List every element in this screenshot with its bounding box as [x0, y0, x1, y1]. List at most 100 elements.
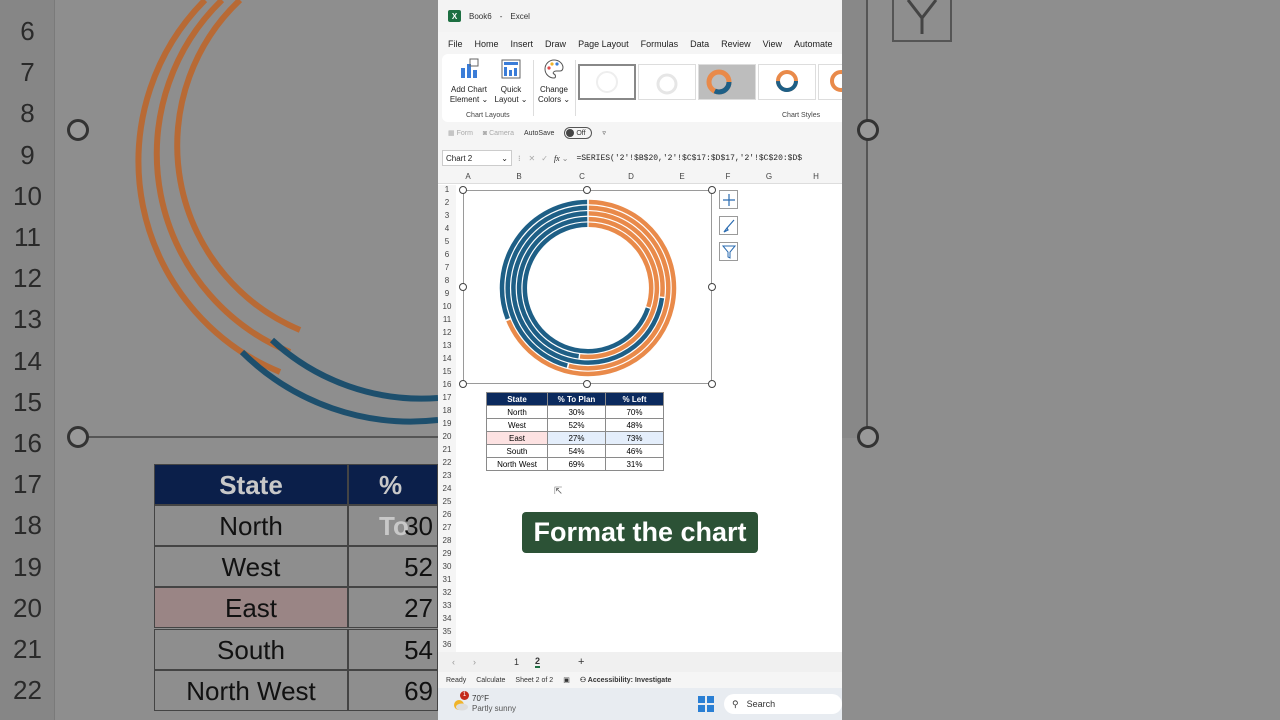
row-header[interactable]: 13 — [438, 341, 456, 354]
table-cell[interactable]: 54% — [547, 444, 606, 458]
windows-start-icon[interactable] — [698, 696, 714, 714]
menu-file[interactable]: File — [448, 39, 463, 49]
row-header[interactable]: 33 — [438, 601, 456, 614]
row-header[interactable]: 31 — [438, 575, 456, 588]
column-header[interactable]: H — [790, 172, 842, 184]
resize-handle[interactable] — [708, 283, 716, 291]
doughnut-chart[interactable] — [463, 190, 712, 384]
row-header[interactable]: 16 — [438, 380, 456, 393]
row-header[interactable]: 14 — [438, 354, 456, 367]
accessibility-status[interactable]: ⚇ Accessibility: Investigate — [580, 676, 672, 684]
row-header[interactable]: 35 — [438, 627, 456, 640]
taskbar-search[interactable]: ⚲ Search — [724, 694, 842, 714]
menu-page-layout[interactable]: Page Layout — [578, 39, 629, 49]
menu-data[interactable]: Data — [690, 39, 709, 49]
row-header[interactable]: 1 — [438, 185, 456, 198]
table-cell[interactable]: West — [486, 418, 548, 432]
column-header[interactable]: B — [480, 172, 558, 184]
resize-handle[interactable] — [708, 380, 716, 388]
menu-automate[interactable]: Automate — [794, 39, 833, 49]
autosave-toggle[interactable]: Off — [564, 127, 593, 139]
table-cell[interactable]: 30% — [547, 405, 606, 419]
name-box[interactable]: Chart 2 ⌄ — [442, 150, 512, 166]
table-cell[interactable]: 31% — [605, 457, 664, 471]
row-header[interactable]: 6 — [438, 250, 456, 263]
form-button[interactable]: ▦ Form — [448, 129, 473, 137]
customize-qat-icon[interactable]: ▿ — [602, 129, 606, 137]
table-cell[interactable]: 69% — [547, 457, 606, 471]
add-chart-element-button[interactable]: Add Chart Element ⌄ — [446, 58, 492, 105]
menu-review[interactable]: Review — [721, 39, 751, 49]
table-cell[interactable]: South — [486, 444, 548, 458]
row-header[interactable]: 29 — [438, 549, 456, 562]
menu-home[interactable]: Home — [475, 39, 499, 49]
column-header[interactable]: F — [708, 172, 748, 184]
table-cell[interactable]: 70% — [605, 405, 664, 419]
resize-handle[interactable] — [583, 380, 591, 388]
column-header[interactable]: A — [456, 172, 480, 184]
add-sheet-button[interactable]: + — [578, 656, 584, 668]
camera-button[interactable]: ◙ Camera — [483, 130, 514, 137]
next-sheet-icon[interactable]: › — [473, 657, 476, 667]
row-header[interactable]: 34 — [438, 614, 456, 627]
menu-insert[interactable]: Insert — [511, 39, 534, 49]
quick-layout-button[interactable]: Quick Layout ⌄ — [494, 58, 528, 105]
table-cell[interactable]: East — [486, 431, 548, 445]
row-header[interactable]: 27 — [438, 523, 456, 536]
row-header[interactable]: 28 — [438, 536, 456, 549]
resize-handle[interactable] — [459, 380, 467, 388]
sheet-tab-2[interactable]: 2 — [535, 656, 541, 668]
menu-draw[interactable]: Draw — [545, 39, 566, 49]
status-calculate[interactable]: Calculate — [476, 677, 505, 684]
table-cell[interactable]: 46% — [605, 444, 664, 458]
resize-handle[interactable] — [708, 186, 716, 194]
table-header[interactable]: % Left — [605, 392, 664, 406]
sheet-tab-1[interactable]: 1 — [514, 657, 519, 667]
row-header[interactable]: 24 — [438, 484, 456, 497]
cancel-icon[interactable]: ✕ — [529, 154, 536, 163]
row-header[interactable]: 3 — [438, 211, 456, 224]
column-header[interactable]: G — [748, 172, 790, 184]
menu-formulas[interactable]: Formulas — [641, 39, 679, 49]
row-header[interactable]: 32 — [438, 588, 456, 601]
row-header[interactable]: 21 — [438, 445, 456, 458]
row-header[interactable]: 26 — [438, 510, 456, 523]
row-header[interactable]: 20 — [438, 432, 456, 445]
chart-style-5[interactable] — [818, 64, 842, 100]
weather-icon[interactable]: 1 — [452, 691, 469, 712]
change-colors-button[interactable]: Change Colors ⌄ — [536, 58, 572, 105]
row-header[interactable]: 22 — [438, 458, 456, 471]
row-header[interactable]: 23 — [438, 471, 456, 484]
column-header[interactable]: D — [606, 172, 656, 184]
prev-sheet-icon[interactable]: ‹ — [452, 657, 455, 667]
table-cell[interactable]: 48% — [605, 418, 664, 432]
row-header[interactable]: 9 — [438, 289, 456, 302]
fx-icon[interactable]: fx — [554, 154, 560, 163]
row-header[interactable]: 8 — [438, 276, 456, 289]
row-header[interactable]: 12 — [438, 328, 456, 341]
row-header[interactable]: 18 — [438, 406, 456, 419]
chart-style-2[interactable] — [638, 64, 696, 100]
formula-input[interactable]: =SERIES('2'!$B$20,'2'!$C$17:$D$17,'2'!$C… — [576, 154, 802, 163]
table-header[interactable]: State — [486, 392, 548, 406]
menu-view[interactable]: View — [763, 39, 782, 49]
chart-style-3[interactable] — [698, 64, 756, 100]
row-header[interactable]: 17 — [438, 393, 456, 406]
column-header[interactable]: C — [558, 172, 606, 184]
chart-style-1[interactable] — [578, 64, 636, 100]
row-header[interactable]: 7 — [438, 263, 456, 276]
row-header[interactable]: 15 — [438, 367, 456, 380]
resize-handle[interactable] — [459, 186, 467, 194]
row-header[interactable]: 25 — [438, 497, 456, 510]
resize-handle[interactable] — [459, 283, 467, 291]
doughnut-segment[interactable] — [522, 222, 651, 354]
row-header[interactable]: 30 — [438, 562, 456, 575]
table-cell[interactable]: 27% — [547, 431, 606, 445]
table-cell[interactable]: 52% — [547, 418, 606, 432]
row-header[interactable]: 2 — [438, 198, 456, 211]
chart-elements-button[interactable] — [719, 190, 738, 209]
table-header[interactable]: % To Plan — [547, 392, 606, 406]
table-cell[interactable]: 73% — [605, 431, 664, 445]
resize-handle[interactable] — [583, 186, 591, 194]
table-cell[interactable]: North — [486, 405, 548, 419]
